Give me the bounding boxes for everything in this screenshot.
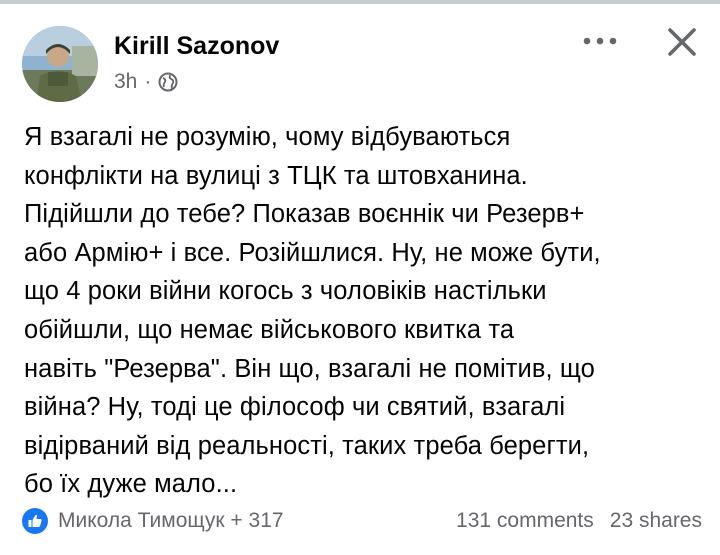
post-text-line: або Армію+ і все. Розійшлися. Ну, не мож… xyxy=(24,238,601,267)
post-body: Я взагалі не розумію, чому відбуваються … xyxy=(24,118,710,504)
separator: · xyxy=(144,69,152,93)
like-icon[interactable] xyxy=(22,508,48,534)
post-footer: Микола Тимощук + 317 131 comments 23 sha… xyxy=(22,506,702,536)
post-text-line: обійшли, що немає військового квитка та xyxy=(24,315,515,344)
shares-count[interactable]: 23 shares xyxy=(610,509,702,533)
close-icon[interactable] xyxy=(662,22,702,62)
post-time[interactable]: 3h xyxy=(114,70,137,94)
author-name[interactable]: Kirill Sazonov xyxy=(114,31,279,61)
post-text-line: що 4 роки війни когось з чоловіків насті… xyxy=(24,277,547,306)
post-header: Kirill Sazonov 3h · xyxy=(22,26,279,102)
post-text-line: конфлікти на вулиці з ТЦК та штовханина. xyxy=(24,161,528,190)
avatar[interactable] xyxy=(22,26,98,102)
globe-icon[interactable] xyxy=(158,72,178,92)
more-horizontal-icon[interactable] xyxy=(578,26,622,56)
post-text-line: Я взагалі не розумію, чому відбуваються xyxy=(24,123,511,151)
post-text-line: навіть "Резерва". Він що, взагалі не пом… xyxy=(24,354,595,383)
reactions-summary[interactable]: Микола Тимощук + 317 xyxy=(58,509,284,533)
comments-count[interactable]: 131 comments xyxy=(456,509,594,533)
divider xyxy=(0,0,720,4)
post-text-line: бо їх дуже мало... xyxy=(24,470,238,499)
post-card: Kirill Sazonov 3h · Я взагалі не розумію… xyxy=(0,0,720,555)
timestamp-row: 3h · xyxy=(114,70,279,94)
post-text-line: Підійшли до тебе? Показав воєннік чи Рез… xyxy=(24,200,585,229)
post-meta: Kirill Sazonov 3h · xyxy=(114,32,279,94)
post-text-line: війна? Ну, тоді це філософ чи святий, вз… xyxy=(24,393,566,422)
post-text-line: відірваний від реальності, таких треба б… xyxy=(24,431,590,460)
